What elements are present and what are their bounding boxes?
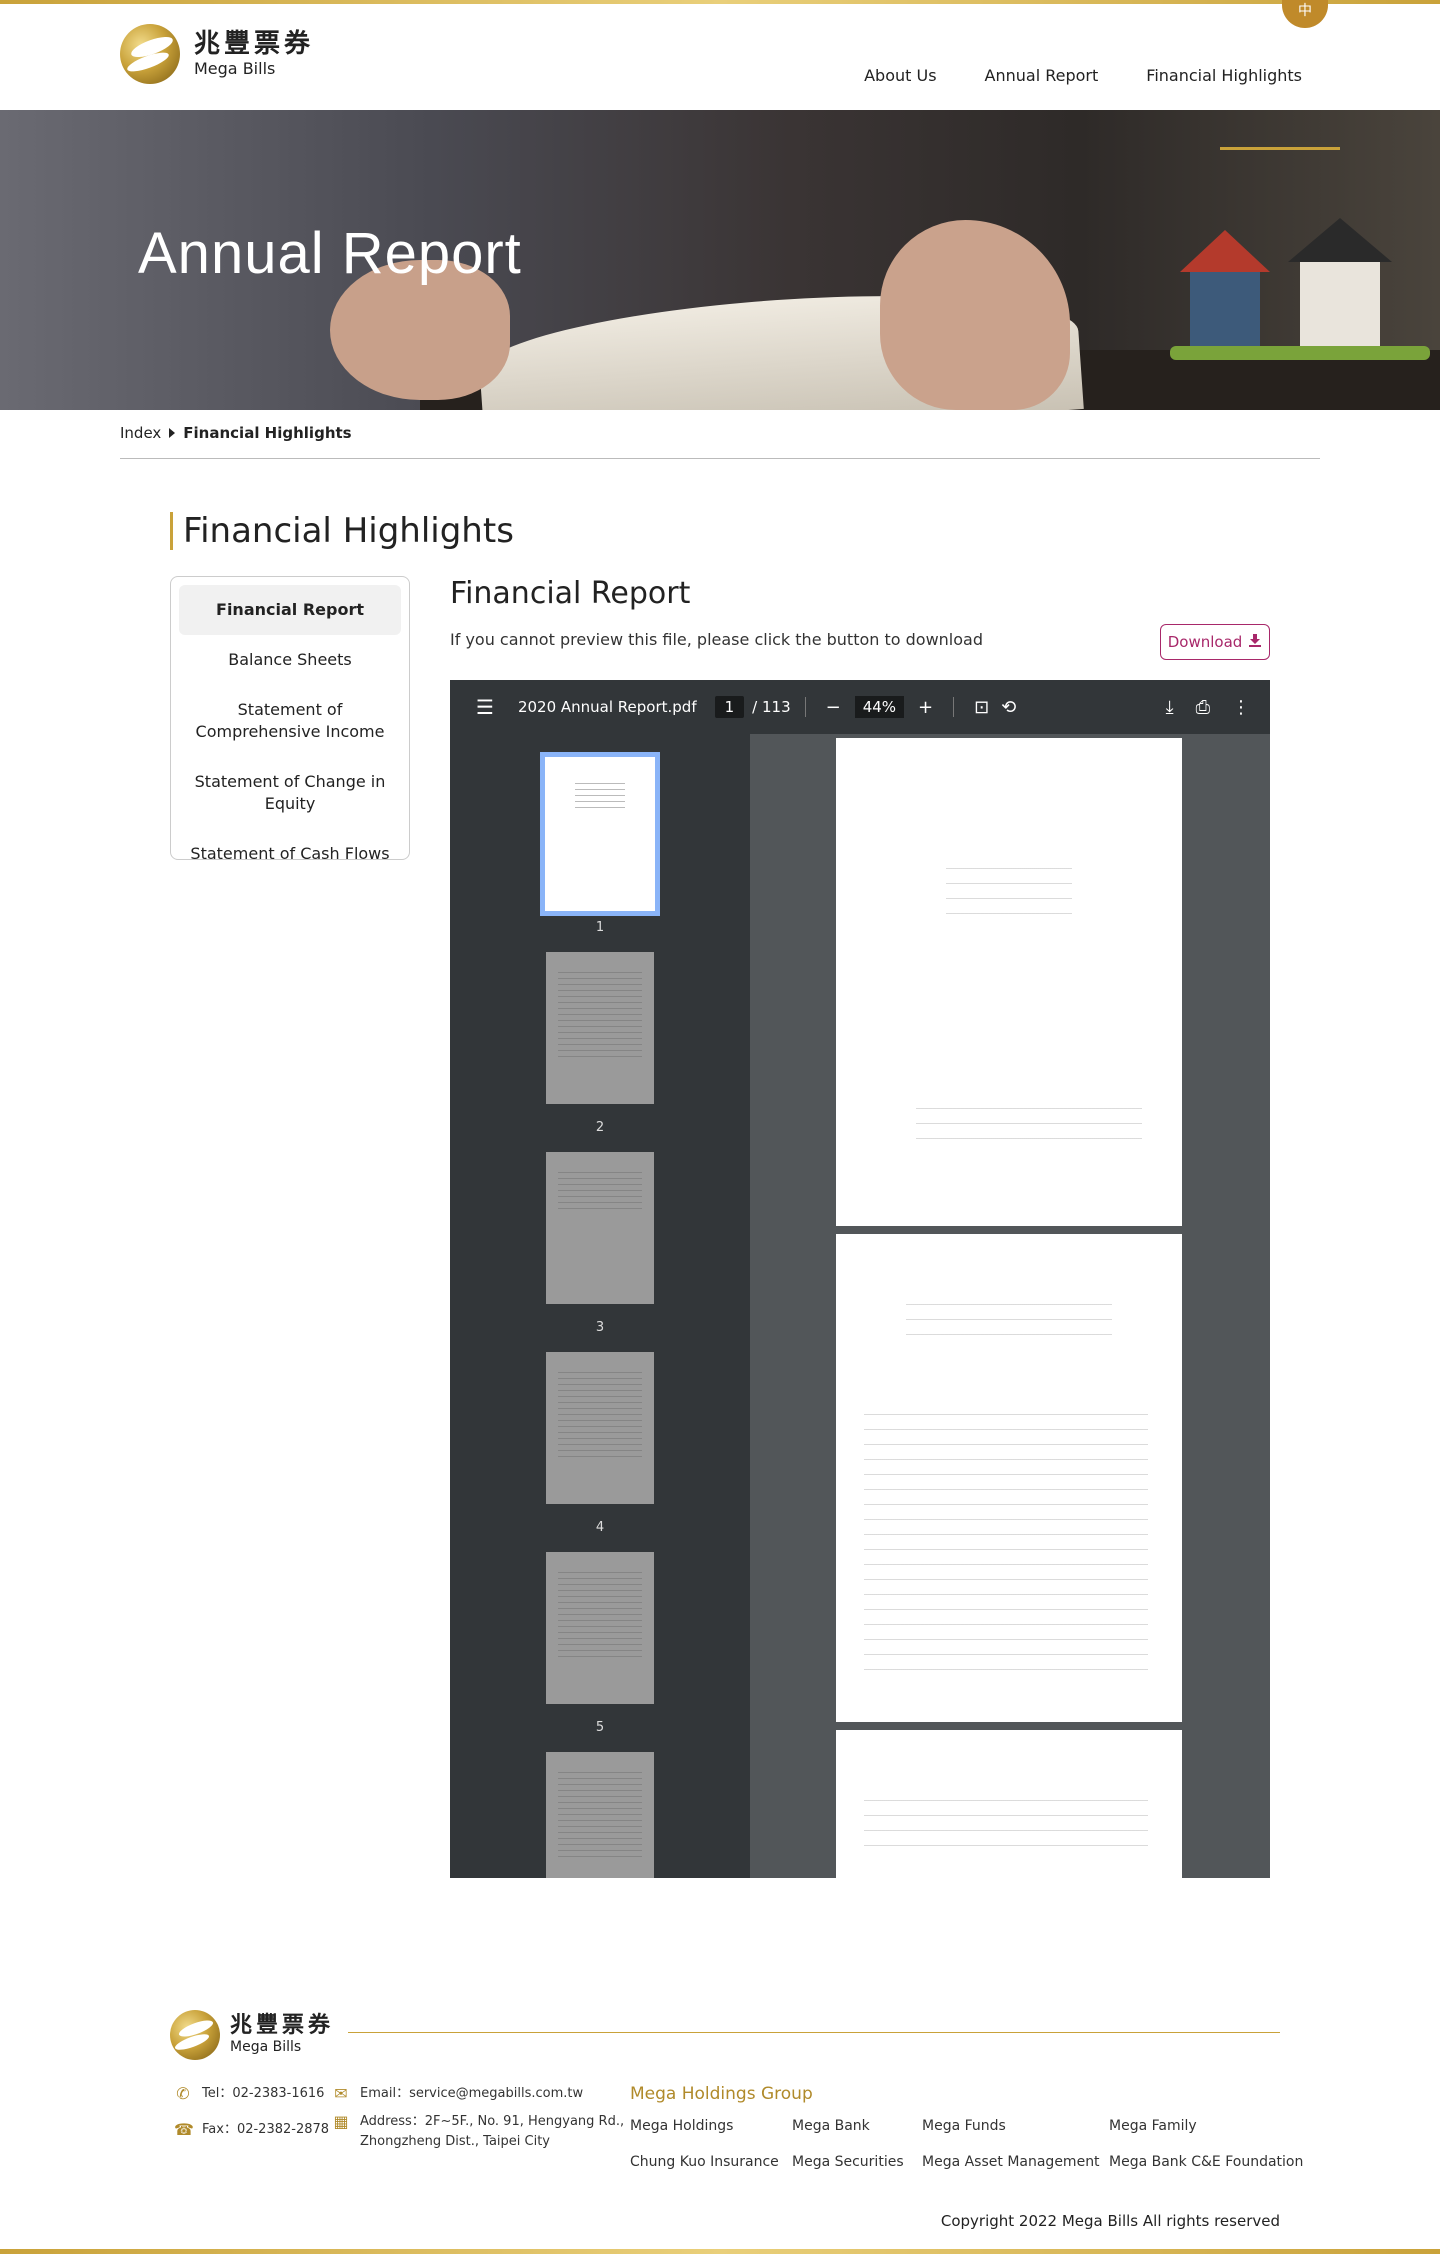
group-link-chung-kuo-insurance[interactable]: Chung Kuo Insurance: [630, 2154, 779, 2170]
group-link-mega-asset-management[interactable]: Mega Asset Management: [922, 2154, 1100, 2170]
page-total: / 113: [752, 698, 791, 716]
side-item-comprehensive-income[interactable]: Statement of Comprehensive Income: [179, 685, 401, 757]
logo-mark-icon: [170, 2010, 220, 2060]
side-item-financial-report[interactable]: Financial Report: [179, 585, 401, 635]
pdf-viewer[interactable]: ☰ 2020 Annual Report.pdf 1 / 113 − 44% +…: [450, 680, 1270, 1878]
hero-banner: Annual Report: [0, 110, 1440, 410]
nav-annual-report[interactable]: Annual Report: [985, 66, 1099, 85]
footer-fax: ☎ Fax：02-2382-2878: [174, 2120, 330, 2139]
side-menu: Financial Report Balance Sheets Statemen…: [170, 576, 410, 863]
site-logo[interactable]: 兆豐票券 Mega Bills: [120, 24, 314, 84]
pdf-page: [836, 738, 1182, 1226]
nav-about-us[interactable]: About Us: [864, 66, 936, 85]
group-link-mega-funds[interactable]: Mega Funds: [922, 2118, 1006, 2134]
footer-email[interactable]: ✉ Email：service@megabills.com.tw: [332, 2084, 583, 2104]
breadcrumb-index-link[interactable]: Index: [120, 424, 161, 442]
sidebar-menu-icon[interactable]: ☰: [476, 695, 494, 719]
print-icon[interactable]: ⎙: [1196, 697, 1210, 718]
house-model-illustration: [1180, 230, 1270, 350]
thumbnail-page-2[interactable]: [546, 952, 654, 1104]
thumbnail-number: 3: [595, 1320, 605, 1335]
envelope-icon: ✉: [334, 2084, 348, 2103]
thumbnail-page-1[interactable]: [540, 752, 660, 916]
nav-financial-highlights[interactable]: Financial Highlights: [1146, 66, 1302, 85]
logo-chinese-text: 兆豐票券: [194, 29, 315, 59]
logo-mark-icon: [120, 24, 180, 84]
divider: [120, 458, 1320, 459]
thumbnail-page-5[interactable]: [546, 1552, 654, 1704]
content-title: Financial Report: [450, 576, 691, 611]
phone-icon: ✆: [176, 2084, 190, 2103]
hero-title: Annual Report: [138, 221, 522, 286]
footer-tel: ✆ Tel：02-2383-1616: [174, 2084, 324, 2104]
side-item-balance-sheets[interactable]: Balance Sheets: [179, 635, 401, 685]
group-title: Mega Holdings Group: [630, 2084, 813, 2104]
footer-logo[interactable]: 兆豐票券 Mega Bills: [170, 2010, 334, 2060]
page-number-input[interactable]: 1: [714, 696, 745, 718]
thumbnail-number: 1: [595, 920, 605, 935]
download-icon[interactable]: ⤓: [1166, 697, 1174, 718]
group-link-mega-bank-foundation[interactable]: Mega Bank C&E Foundation: [1109, 2154, 1303, 2170]
preview-note: If you cannot preview this file, please …: [450, 630, 983, 649]
pdf-page-area[interactable]: [750, 734, 1270, 1878]
fit-page-icon[interactable]: ⊡: [974, 697, 989, 718]
download-button[interactable]: Download: [1160, 624, 1270, 660]
section-title: Financial Highlights: [170, 512, 514, 550]
thumbnail-number: 5: [595, 1720, 605, 1735]
pdf-filename: 2020 Annual Report.pdf: [517, 698, 697, 716]
footer-divider: [348, 2032, 1280, 2033]
group-link-mega-holdings[interactable]: Mega Holdings: [630, 2118, 733, 2134]
thumbnail-page-4[interactable]: [546, 1352, 654, 1504]
download-icon: [1248, 633, 1262, 651]
pdf-toolbar: ☰ 2020 Annual Report.pdf 1 / 113 − 44% +…: [450, 680, 1270, 734]
thumbnail-page-6[interactable]: [546, 1752, 654, 1878]
footer-logo-english-text: Mega Bills: [230, 2039, 302, 2055]
open-hand-illustration: [880, 220, 1070, 410]
thumbnail-number: 2: [595, 1120, 605, 1135]
fax-icon: ☎: [174, 2120, 194, 2139]
logo-english-text: Mega Bills: [194, 59, 276, 78]
download-label: Download: [1167, 633, 1243, 651]
footer-address: ▦ Address：2F~5F., No. 91, Hengyang Rd., …: [333, 2112, 625, 2149]
side-item-change-in-equity[interactable]: Statement of Change in Equity: [179, 757, 401, 829]
bottom-accent-bar: [0, 2249, 1440, 2254]
breadcrumb: Index Financial Highlights: [120, 424, 352, 442]
zoom-in-icon[interactable]: +: [918, 697, 933, 718]
copyright: Copyright 2022 Mega Bills All rights res…: [940, 2212, 1280, 2230]
main-nav: About Us Annual Report Financial Highlig…: [864, 66, 1302, 85]
group-link-mega-bank[interactable]: Mega Bank: [792, 2118, 870, 2134]
thumbnail-number: 4: [595, 1520, 605, 1535]
language-toggle-button[interactable]: 中: [1282, 0, 1328, 28]
house-model-illustration: [1288, 218, 1392, 350]
zoom-out-icon[interactable]: −: [826, 697, 841, 718]
breadcrumb-current: Financial Highlights: [183, 424, 352, 442]
zoom-level-input[interactable]: 44%: [854, 696, 905, 718]
thumbnail-sidebar: 1 2 3 4 5: [450, 734, 750, 1878]
rotate-icon[interactable]: ⟲: [1001, 697, 1016, 718]
more-options-icon[interactable]: ⋮: [1232, 697, 1250, 718]
scale-illustration: [1220, 110, 1340, 150]
group-link-mega-securities[interactable]: Mega Securities: [792, 2154, 904, 2170]
site-header: 兆豐票券 Mega Bills 中 About Us Annual Report…: [0, 0, 1440, 110]
pdf-page: [836, 1730, 1182, 1878]
footer-logo-chinese-text: 兆豐票券: [230, 2013, 335, 2038]
side-item-cash-flows[interactable]: Statement of Cash Flows: [179, 829, 401, 879]
breadcrumb-arrow-icon: [169, 428, 176, 438]
thumbnail-page-3[interactable]: [546, 1152, 654, 1304]
pdf-page: [836, 1234, 1182, 1722]
building-icon: ▦: [333, 2112, 349, 2131]
group-link-mega-family[interactable]: Mega Family: [1109, 2118, 1197, 2134]
